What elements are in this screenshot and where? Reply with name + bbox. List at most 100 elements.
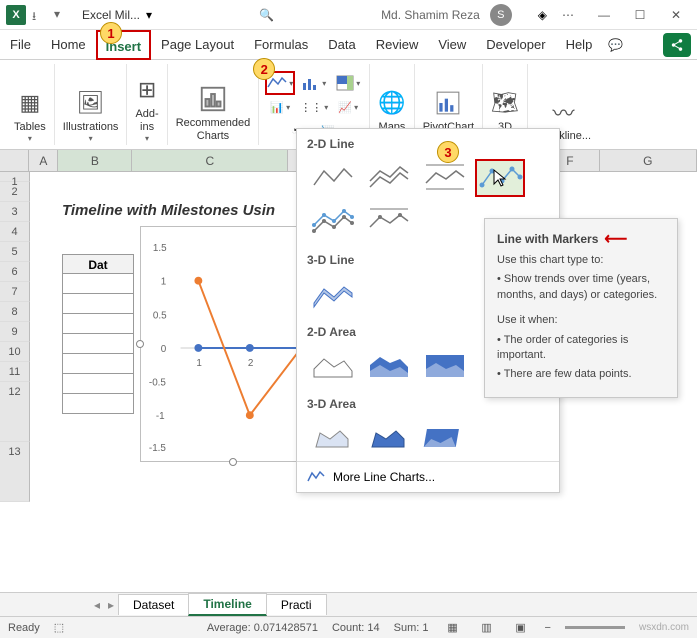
tooltip-line1: Use this chart type to: (497, 253, 665, 268)
comments-icon[interactable]: 💬 (608, 38, 623, 52)
chart-type-3d-area[interactable] (307, 419, 357, 457)
sparklines-icon: 〰 (552, 96, 574, 128)
sheet-tab-dataset[interactable]: Dataset (118, 594, 189, 615)
minimize-button[interactable]: — (589, 2, 619, 28)
row-header-2[interactable]: 2 (0, 182, 30, 202)
zoom-out-button[interactable]: − (545, 622, 551, 634)
row-header-5[interactable]: 5 (0, 242, 30, 262)
table-row[interactable] (62, 294, 134, 314)
group-addins[interactable]: ⊞ Add- ins ▾ (127, 64, 167, 145)
insert-statistic-chart-button[interactable]: 📊▾ (265, 95, 295, 119)
chart-type-stacked-line[interactable] (363, 159, 413, 197)
maximize-button[interactable]: ☐ (625, 2, 655, 28)
share-button[interactable] (663, 33, 691, 57)
row-header-11[interactable]: 11 (0, 362, 30, 382)
more-line-charts-label: More Line Charts... (333, 470, 435, 484)
chart-type-line-with-markers[interactable] (475, 159, 525, 197)
row-header-1[interactable]: 1 (0, 172, 30, 182)
row-header-6[interactable]: 6 (0, 262, 30, 282)
row-header-13[interactable]: 13 (0, 442, 30, 502)
sheet-tab-timeline[interactable]: Timeline (188, 593, 266, 616)
insert-scatter-chart-button[interactable]: ⋮⋮▾ (299, 95, 329, 119)
sheet-nav-next[interactable]: ▸ (104, 598, 118, 612)
tab-formulas[interactable]: Formulas (244, 30, 318, 60)
chart-type-stacked-line-markers[interactable] (307, 203, 357, 241)
accessibility-icon[interactable]: ⬚ (54, 621, 64, 634)
tab-help[interactable]: Help (556, 30, 603, 60)
tab-file[interactable]: File (0, 30, 41, 60)
qat-dropdown-icon[interactable]: ▾ (54, 7, 70, 23)
diamond-icon[interactable]: ◈ (538, 8, 547, 22)
file-name[interactable]: Excel Mil... (82, 8, 140, 22)
tab-data[interactable]: Data (318, 30, 365, 60)
table-row[interactable] (62, 334, 134, 354)
chart-type-3d-100-stacked-area[interactable] (419, 419, 469, 457)
chart-type-area[interactable] (307, 347, 357, 385)
view-page-layout-icon[interactable]: ▥ (477, 620, 497, 636)
tab-developer[interactable]: Developer (476, 30, 555, 60)
chart-type-3d-line[interactable] (307, 275, 357, 313)
col-header-g[interactable]: G (600, 150, 697, 171)
excel-app-icon: X (6, 5, 26, 25)
resize-handle-bottom[interactable] (229, 458, 237, 466)
close-button[interactable]: ✕ (661, 2, 691, 28)
sheet-tab-bar: ◂ ▸ Dataset Timeline Practi (0, 592, 697, 616)
col-header-a[interactable]: A (29, 150, 58, 171)
svg-text:2: 2 (248, 358, 254, 369)
sheet-tab-practice[interactable]: Practi (266, 594, 327, 615)
row-header-12[interactable]: 12 (0, 382, 30, 442)
col-header-b[interactable]: B (58, 150, 132, 171)
group-illustrations[interactable]: 🖼 Illustrations ▾ (55, 64, 128, 145)
svg-text:-0.5: -0.5 (149, 378, 167, 389)
chart-type-100-stacked-line-markers[interactable] (363, 203, 413, 241)
row-header-9[interactable]: 9 (0, 322, 30, 342)
search-icon[interactable]: 🔍 (259, 8, 274, 22)
tab-home[interactable]: Home (41, 30, 96, 60)
col-header-c[interactable]: C (132, 150, 288, 171)
chart-type-stacked-area[interactable] (363, 347, 413, 385)
svg-text:-1: -1 (156, 411, 165, 422)
autosave-icon[interactable]: ⭳ (32, 7, 48, 23)
tab-page-layout[interactable]: Page Layout (151, 30, 244, 60)
row-header-10[interactable]: 10 (0, 342, 30, 362)
cell-header-date[interactable]: Dat (62, 254, 134, 274)
chart-type-3d-stacked-area[interactable] (363, 419, 413, 457)
insert-combo-chart-button[interactable]: 📈▾ (333, 95, 363, 119)
chart-type-line[interactable] (307, 159, 357, 197)
tab-view[interactable]: View (428, 30, 476, 60)
sheet-nav-prev[interactable]: ◂ (90, 598, 104, 612)
table-row[interactable] (62, 274, 134, 294)
svg-text:0.5: 0.5 (153, 310, 167, 321)
row-header-7[interactable]: 7 (0, 282, 30, 302)
avatar[interactable]: S (490, 4, 512, 26)
section-2d-line: 2-D Line (297, 129, 559, 155)
insert-column-chart-button[interactable]: ▾ (299, 71, 329, 95)
row-header-4[interactable]: 4 (0, 222, 30, 242)
table-row[interactable] (62, 354, 134, 374)
view-normal-icon[interactable]: ▦ (443, 620, 463, 636)
table-row[interactable] (62, 374, 134, 394)
chart-type-100-stacked-line[interactable] (419, 159, 469, 197)
status-sum: 1 (422, 622, 428, 634)
account-name[interactable]: Md. Shamim Reza (381, 8, 480, 22)
callout-3: 3 (437, 141, 459, 163)
insert-hierarchy-chart-button[interactable]: ▾ (333, 71, 363, 95)
row-header-8[interactable]: 8 (0, 302, 30, 322)
maps-icon: 🌐 (378, 87, 405, 119)
row-header-3[interactable]: 3 (0, 202, 30, 222)
table-row[interactable] (62, 394, 134, 414)
zoom-slider[interactable] (565, 626, 625, 629)
table-row[interactable] (62, 314, 134, 334)
select-all-corner[interactable] (0, 150, 29, 171)
group-tables[interactable]: ▦ Tables ▾ (6, 64, 55, 145)
resize-handle-left[interactable] (136, 340, 144, 348)
group-rec-charts[interactable]: Recommended Charts (168, 64, 260, 145)
ribbon-options-icon[interactable]: ⋯ (553, 2, 583, 28)
tooltip-line5: • There are few data points. (497, 367, 665, 382)
view-page-break-icon[interactable]: ▣ (511, 620, 531, 636)
cell-title[interactable]: Timeline with Milestones Usin (62, 202, 275, 219)
more-line-charts[interactable]: More Line Charts... (297, 461, 559, 492)
chart-type-100-stacked-area[interactable] (419, 347, 469, 385)
tab-review[interactable]: Review (366, 30, 429, 60)
illustrations-icon: 🖼 (77, 87, 105, 119)
